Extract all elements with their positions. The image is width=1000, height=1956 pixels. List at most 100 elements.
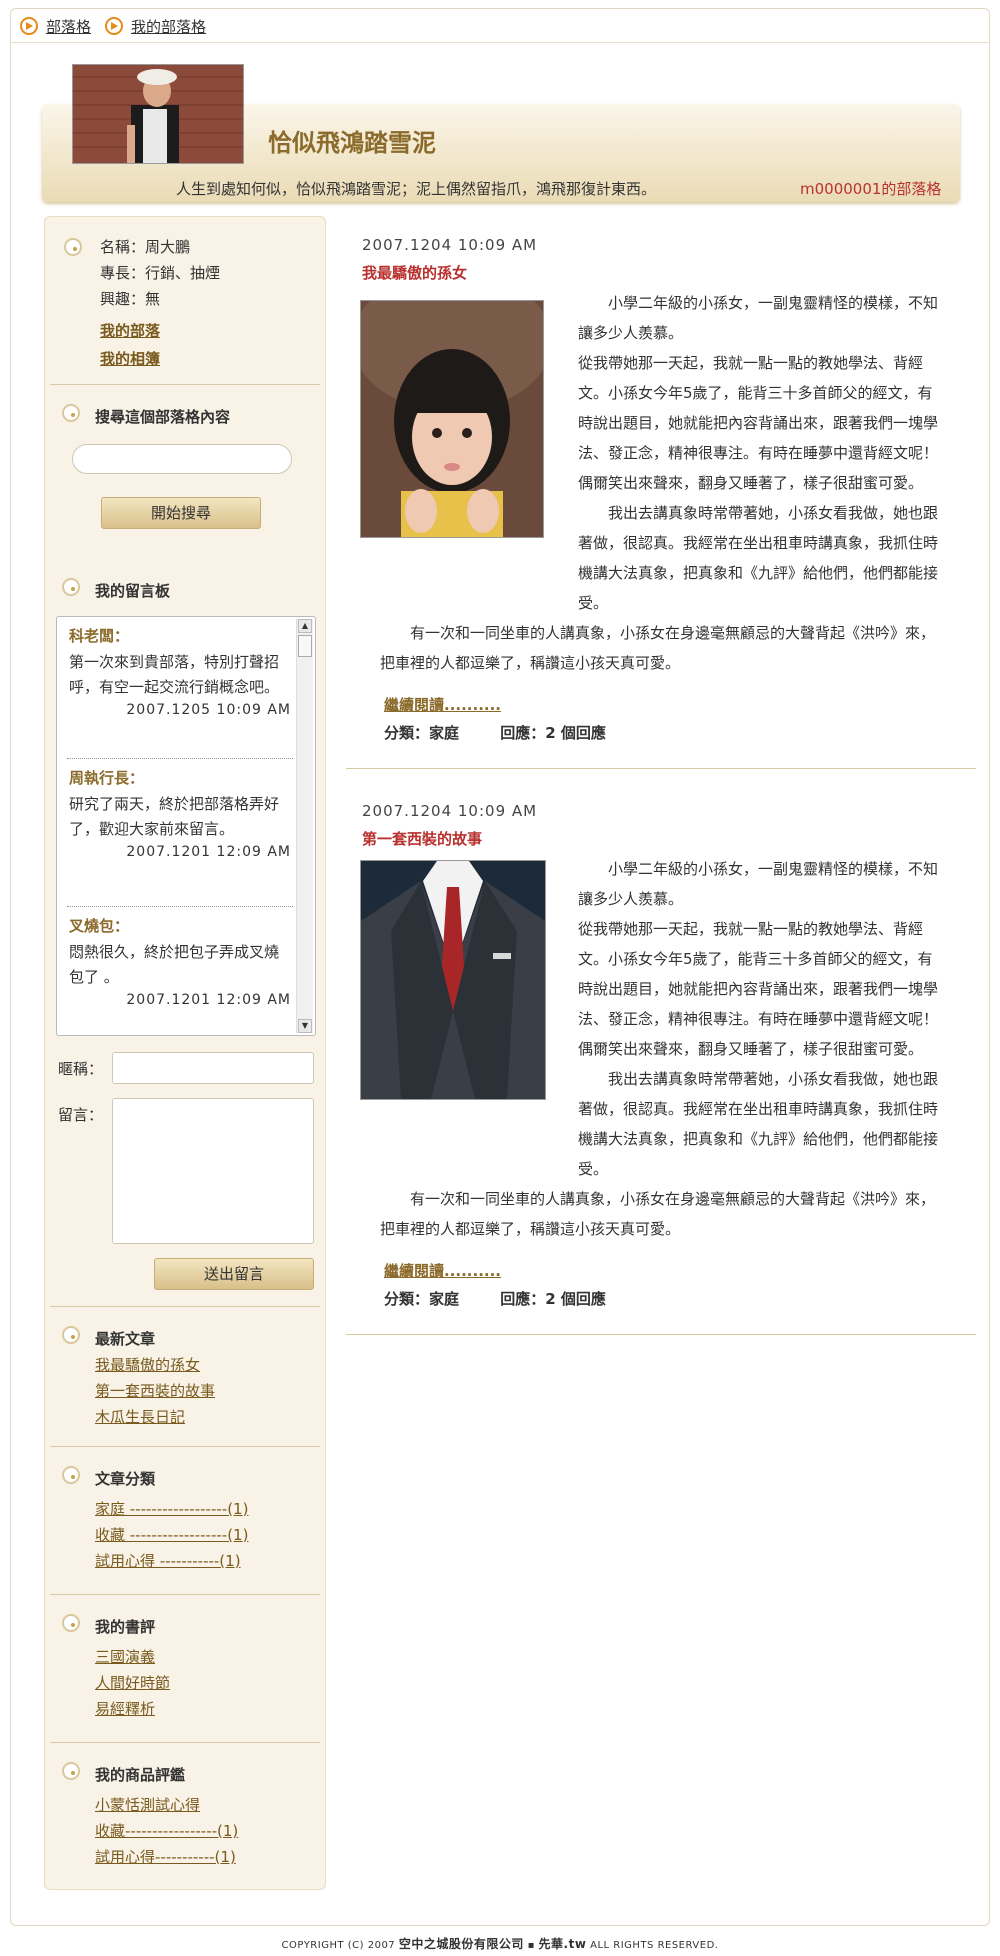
nickname-label: 暱稱： — [58, 1060, 104, 1078]
scroll-down-icon[interactable]: ▼ — [298, 1019, 312, 1033]
guestbook-messages[interactable]: 科老闆： 第一次來到貴部落，特別打聲招呼，有空一起交流行銷概念吧。 2007.1… — [56, 616, 316, 1036]
product-review-link[interactable]: 收藏-----------------(1) — [95, 1820, 238, 1841]
read-more-link[interactable]: 繼續閱讀.......... — [384, 1260, 501, 1281]
book-reviews-title: 我的書評 — [95, 1618, 156, 1636]
message-item: 叉燒包： 悶熱很久，終於把包子弄成叉燒包了 。 2007.1201 12:09 … — [69, 915, 291, 1008]
profile-skill: 專長：行銷、抽煙 — [100, 264, 221, 282]
book-review-link[interactable]: 三國演義 — [95, 1646, 155, 1667]
nickname-field[interactable] — [112, 1052, 314, 1084]
post-replies[interactable]: 回應：2 個回應 — [500, 724, 606, 742]
header-divider — [10, 42, 990, 43]
nav-link-label[interactable]: 部落格 — [46, 16, 91, 37]
post-title[interactable]: 我最驕傲的孫女 — [362, 262, 467, 283]
blog-motto: 人生到處知何似，恰似飛鴻踏雪泥；泥上偶然留指爪，鴻飛那復計東西。 — [176, 180, 657, 198]
product-review-count[interactable]: (1) — [217, 1822, 238, 1840]
category-link[interactable]: 收藏 ------------------(1) — [95, 1524, 248, 1545]
post-body: 小學二年級的小孫女，一副鬼靈精怪的模樣，不知讓多少人羨慕。 從我帶她那一天起，我… — [380, 288, 946, 678]
scroll-thumb[interactable] — [298, 635, 312, 657]
search-button[interactable]: 開始搜尋 — [101, 497, 261, 529]
post-paragraph: 小學二年級的小孫女，一副鬼靈精怪的模樣，不知讓多少人羨慕。 — [578, 860, 939, 908]
footer-company: 空中之城股份有限公司 — [398, 1937, 524, 1951]
blog-owner: m0000001的部落格 — [800, 180, 942, 198]
post-paragraph: 從我帶她那一天起，我就一點一點的教她學法、背經文。小孫女今年5歲了，能背三十多首… — [578, 354, 939, 492]
arrow-icon — [20, 17, 38, 35]
guestbook-scrollbar[interactable]: ▲ ▼ — [296, 619, 313, 1033]
avatar — [72, 64, 244, 164]
post-divider — [346, 1334, 976, 1335]
post-title[interactable]: 第一套西裝的故事 — [362, 828, 482, 849]
message-author: 叉燒包： — [69, 917, 130, 935]
sidebar-divider — [50, 384, 320, 385]
post-meta: 分類：家庭 回應：2 個回應 — [384, 1288, 606, 1309]
footer-prefix: COPYRIGHT (C) 2007 — [281, 1940, 396, 1951]
footer-copyright: COPYRIGHT (C) 2007 空中之城股份有限公司 ▪ 先華.tw AL… — [0, 1935, 1000, 1952]
message-text: 第一次來到貴部落，特別打聲招呼，有空一起交流行銷概念吧。 — [69, 653, 280, 696]
bullet-icon — [62, 1326, 80, 1344]
post-category[interactable]: 分類：家庭 — [384, 1290, 459, 1308]
my-tribe-link[interactable]: 我的部落 — [100, 320, 160, 341]
scroll-up-icon[interactable]: ▲ — [298, 619, 312, 633]
top-navigation: 部落格 我的部落格 — [20, 12, 206, 40]
guestbook-title: 我的留言板 — [95, 582, 171, 600]
category-link[interactable]: 家庭 ------------------(1) — [95, 1498, 248, 1519]
avatar-photo-icon — [73, 65, 243, 163]
product-review-count[interactable]: (1) — [215, 1848, 236, 1866]
message-time: 2007.1205 10:09 AM — [126, 702, 291, 718]
bullet-icon — [62, 578, 80, 596]
nav-link-label[interactable]: 我的部落格 — [131, 16, 206, 37]
blog-title: 恰似飛鴻踏雪泥 — [268, 128, 436, 157]
message-divider — [67, 758, 293, 759]
nav-link-my-blog[interactable]: 我的部落格 — [105, 16, 206, 37]
message-item: 周執行長： 研究了兩天，終於把部落格弄好了，歡迎大家前來留言。 2007.120… — [69, 767, 291, 860]
product-review-link[interactable]: 試用心得-----------(1) — [95, 1846, 236, 1867]
message-field[interactable] — [112, 1098, 314, 1244]
book-review-link[interactable]: 人間好時節 — [95, 1672, 170, 1693]
book-review-link[interactable]: 易經釋析 — [95, 1698, 155, 1719]
post-meta: 分類：家庭 回應：2 個回應 — [384, 722, 606, 743]
post-date: 2007.1204 10:09 AM — [362, 236, 538, 254]
message-author: 科老闆： — [69, 627, 130, 645]
message-divider — [67, 906, 293, 907]
post-body: 小學二年級的小孫女，一副鬼靈精怪的模樣，不知讓多少人羨慕。 從我帶她那一天起，我… — [380, 854, 946, 1244]
category-link[interactable]: 試用心得 -----------(1) — [95, 1550, 241, 1571]
submit-message-button[interactable]: 送出留言 — [154, 1258, 314, 1290]
footer-separator-icon: ▪ — [527, 1940, 535, 1951]
post-replies[interactable]: 回應：2 個回應 — [500, 1290, 606, 1308]
sidebar-divider — [50, 1446, 320, 1447]
post-paragraph: 小學二年級的小孫女，一副鬼靈精怪的模樣，不知讓多少人羨慕。 — [578, 294, 939, 342]
bullet-icon — [62, 1614, 80, 1632]
categories-title: 文章分類 — [95, 1470, 156, 1488]
sidebar-divider — [50, 1306, 320, 1307]
post-paragraph: 我出去講真象時常帶著她，小孫女看我做，她也跟著做，很認真。我經常在坐出租車時講真… — [578, 1070, 939, 1178]
search-section-title: 搜尋這個部落格內容 — [95, 408, 231, 426]
sidebar-divider — [50, 1742, 320, 1743]
bullet-icon — [64, 238, 82, 256]
footer-suffix: ALL RIGHTS RESERVED. — [590, 1940, 719, 1951]
message-text: 悶熱很久，終於把包子弄成叉燒包了 。 — [69, 943, 280, 986]
footer-brand: 先華.tw — [538, 1937, 587, 1951]
product-review-label[interactable]: 試用心得----------- — [95, 1848, 215, 1866]
latest-post-link[interactable]: 第一套西裝的故事 — [95, 1380, 215, 1401]
my-album-link[interactable]: 我的相簿 — [100, 348, 160, 369]
search-input[interactable] — [72, 444, 292, 474]
message-label: 留言： — [58, 1106, 104, 1124]
profile-name: 名稱：周大鵬 — [100, 238, 191, 256]
arrow-icon — [105, 17, 124, 35]
post-paragraph: 我出去講真象時常帶著她，小孫女看我做，她也跟著做，很認真。我經常在坐出租車時講真… — [578, 504, 939, 612]
product-review-label[interactable]: 收藏----------------- — [95, 1822, 217, 1840]
post-paragraph: 有一次和一同坐車的人講真象，小孫女在身邊毫無顧忌的大聲背起《洪吟》來，把車裡的人… — [380, 624, 936, 672]
message-text: 研究了兩天，終於把部落格弄好了，歡迎大家前來留言。 — [69, 795, 280, 838]
post-paragraph: 有一次和一同坐車的人講真象，小孫女在身邊毫無顧忌的大聲背起《洪吟》來，把車裡的人… — [380, 1190, 936, 1238]
product-review-link[interactable]: 小蒙恬測試心得 — [95, 1794, 200, 1815]
product-reviews-title: 我的商品評鑑 — [95, 1766, 186, 1784]
profile-hobby: 興趣：無 — [100, 290, 161, 308]
bullet-icon — [62, 1466, 80, 1484]
latest-post-link[interactable]: 木瓜生長日記 — [95, 1406, 185, 1427]
read-more-link[interactable]: 繼續閱讀.......... — [384, 694, 501, 715]
nav-link-blog[interactable]: 部落格 — [20, 16, 91, 37]
message-time: 2007.1201 12:09 AM — [126, 844, 291, 860]
message-time: 2007.1201 12:09 AM — [126, 992, 291, 1008]
latest-post-link[interactable]: 我最驕傲的孫女 — [95, 1354, 200, 1375]
post-paragraph: 從我帶她那一天起，我就一點一點的教她學法、背經文。小孫女今年5歲了，能背三十多首… — [578, 920, 939, 1058]
post-category[interactable]: 分類：家庭 — [384, 724, 459, 742]
